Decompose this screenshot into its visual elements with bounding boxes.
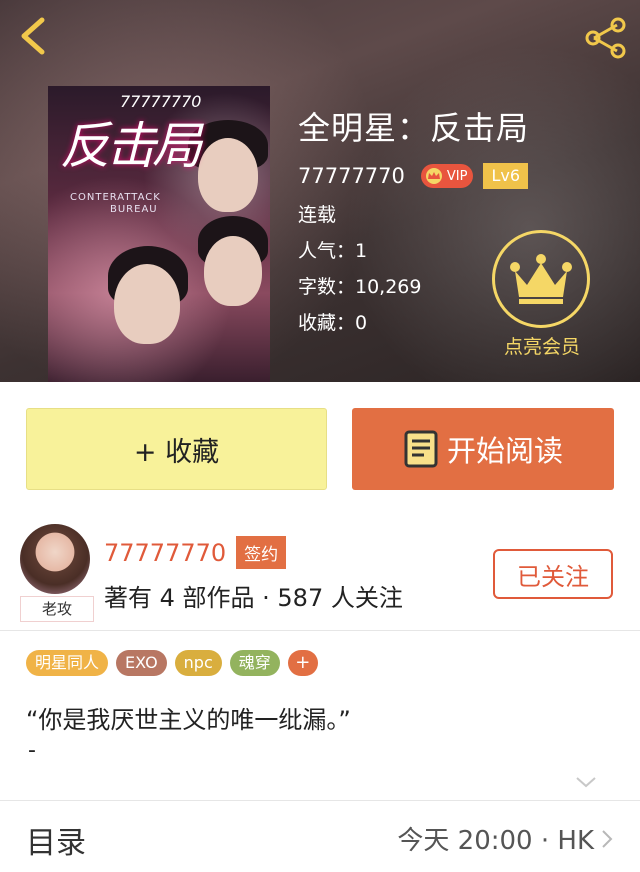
chevron-down-icon[interactable] [574, 774, 598, 790]
avatar [20, 524, 90, 594]
tag-item[interactable]: npc [174, 650, 222, 676]
author-line: 77777770 VIP Lv6 [298, 160, 529, 192]
intro-quote: “你是我厌世主义的唯一纰漏。” [26, 706, 351, 734]
book-status: 连载 [298, 204, 337, 226]
favorite-label: + 收藏 [133, 436, 220, 468]
cover-subtitle: CONTERATTACK BUREAU [70, 192, 161, 216]
divider [0, 630, 640, 631]
tag-item[interactable]: 魂穿 [229, 650, 280, 676]
cover-subtitle-line1: CONTERATTACK [70, 192, 161, 203]
tag-list: 明星同人 EXO npc 魂穿 + [26, 650, 318, 676]
book-cover[interactable]: 77777770 反击局 CONTERATTACK BUREAU [48, 86, 270, 382]
chevron-left-icon [21, 17, 45, 55]
cover-title-art: 反击局 [60, 117, 202, 175]
table-of-contents-row[interactable]: 目录 今天 20:00 · HK [0, 800, 640, 872]
book-header: 77777770 反击局 CONTERATTACK BUREAU 全明星：反击局… [0, 0, 640, 382]
share-button[interactable] [582, 14, 630, 62]
avatar-tag: 老攻 [20, 596, 94, 622]
toc-label: 目录 [26, 826, 86, 861]
tag-item[interactable]: EXO [116, 650, 167, 676]
start-reading-button[interactable]: 开始阅读 [352, 408, 614, 490]
start-reading-label: 开始阅读 [446, 434, 563, 468]
author-name[interactable]: 77777770 [298, 164, 405, 188]
member-circle [492, 230, 590, 328]
signed-badge: 签约 [236, 536, 287, 569]
book-icon [404, 430, 438, 468]
back-button[interactable] [14, 14, 54, 58]
member-label: 点亮会员 [503, 336, 580, 358]
vip-badge: VIP [420, 164, 474, 188]
author-card-name[interactable]: 77777770 [104, 539, 226, 567]
intro-dash: - [28, 738, 36, 763]
vip-label: VIP [446, 168, 468, 184]
follow-label: 已关注 [517, 562, 589, 591]
tag-item[interactable]: 明星同人 [26, 650, 109, 676]
level-badge: Lv6 [483, 163, 529, 189]
share-icon [585, 17, 626, 59]
cover-subtitle-line2: BUREAU [110, 204, 158, 215]
chevron-right-icon [602, 830, 613, 848]
follow-button[interactable]: 已关注 [493, 549, 613, 599]
author-avatar[interactable]: 老攻 [20, 524, 94, 624]
crown-icon [425, 168, 442, 184]
author-title: 77777770 签约 [104, 536, 287, 569]
favorite-button[interactable]: + 收藏 [26, 408, 327, 490]
book-title: 全明星：反击局 [298, 109, 530, 147]
author-description: 著有 4 部作品 · 587 人关注 [104, 584, 403, 612]
crown-icon [510, 254, 572, 304]
member-button[interactable]: 点亮会员 [492, 230, 592, 359]
toc-update-time: 今天 20:00 · HK [397, 826, 594, 856]
add-tag-button[interactable]: + [287, 650, 318, 676]
